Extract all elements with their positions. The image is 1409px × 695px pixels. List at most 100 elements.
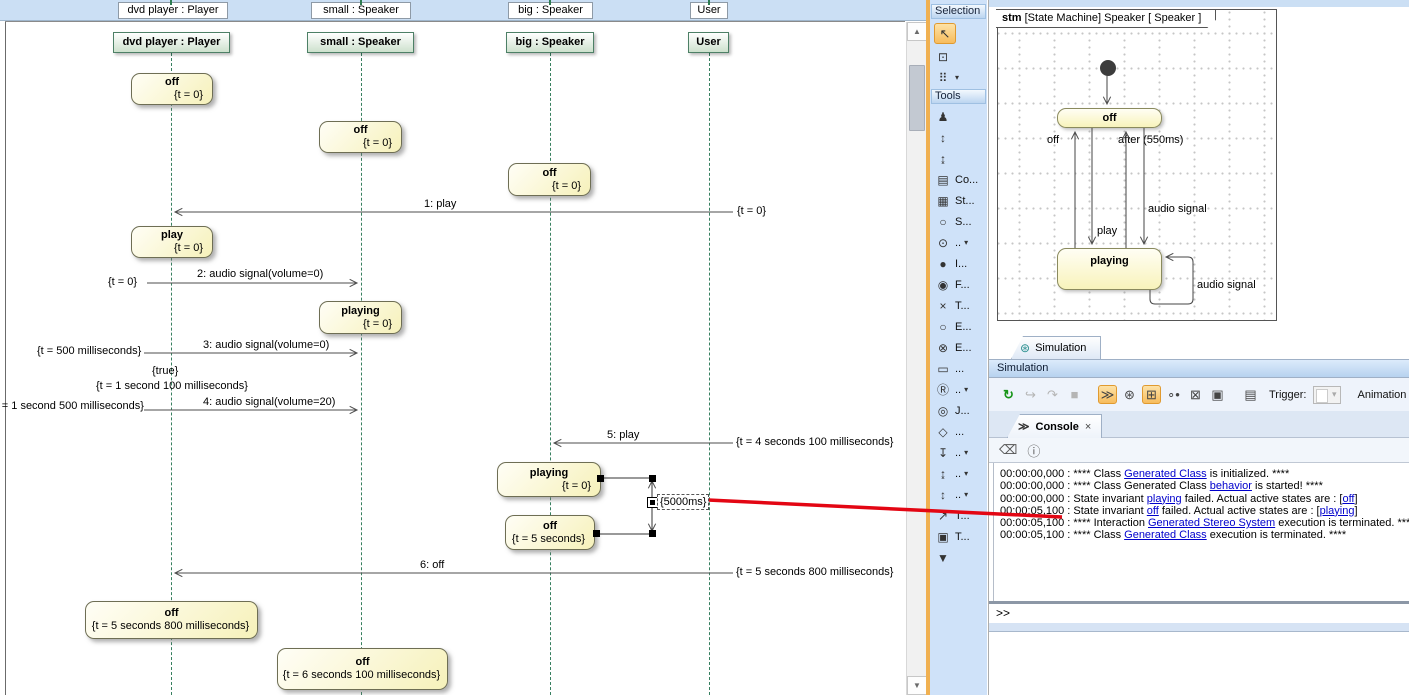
- chevron-down-icon[interactable]: ▾: [964, 448, 968, 457]
- lifeline-header-tab-dvd-player[interactable]: dvd player : Player: [118, 2, 228, 19]
- state-invariant-off-big-1[interactable]: off {t = 0}: [508, 163, 591, 196]
- palette-item-grid[interactable]: ⠿▾: [930, 67, 987, 88]
- stm-transition-label-after[interactable]: after (550ms): [1118, 134, 1183, 146]
- state-invariant-playing-big-selected[interactable]: playing {t = 0}: [497, 462, 601, 497]
- lifeline-head-user[interactable]: User: [688, 32, 729, 53]
- stm-transition-label-audio-signal-1[interactable]: audio signal: [1148, 203, 1207, 215]
- message-label-1[interactable]: 1: play: [424, 198, 456, 210]
- message-label-3[interactable]: 3: audio signal(volume=0): [203, 339, 329, 351]
- palette-item-vspace[interactable]: ↕: [930, 127, 987, 148]
- clear-console-icon[interactable]: ⌫: [999, 442, 1017, 458]
- state-invariant-playing-small[interactable]: playing {t = 0}: [319, 301, 402, 334]
- state-invariant-off-big-2[interactable]: off {t = 5 seconds}: [505, 515, 595, 550]
- duration-constraint-label[interactable]: {5000ms}: [657, 494, 709, 510]
- palette-item-time[interactable]: ▣T...: [930, 526, 987, 547]
- palette-item-duration1[interactable]: ↨..▾: [930, 463, 987, 484]
- stm-state-off[interactable]: off: [1057, 108, 1162, 128]
- breakpoints-button[interactable]: ∘•: [1164, 385, 1183, 404]
- time-constraint-4[interactable]: {t = 1 second 500 milliseconds}: [0, 400, 144, 412]
- palette-item-arrow[interactable]: ↗T...: [930, 505, 987, 526]
- time-constraint-1[interactable]: {t = 0}: [737, 205, 766, 217]
- run-button[interactable]: ↻: [999, 385, 1018, 404]
- active-states-button[interactable]: ⊞: [1142, 385, 1161, 404]
- palette-item-cursor[interactable]: ↖: [930, 21, 987, 46]
- stm-transition-label-audio-signal-2[interactable]: audio signal: [1197, 279, 1256, 291]
- palette-item-oval-arrow[interactable]: ⊙..▾: [930, 232, 987, 253]
- palette-item-folder[interactable]: ▤Co...: [930, 169, 987, 190]
- tab-console[interactable]: ≫ Console ×: [1007, 414, 1102, 438]
- lifeline-head-big-speaker[interactable]: big : Speaker: [506, 32, 594, 53]
- scroll-up-button[interactable]: ▲: [907, 22, 927, 41]
- selection-handle[interactable]: [649, 475, 656, 482]
- stm-transition-label-play[interactable]: play: [1097, 225, 1117, 237]
- palette-item-decision[interactable]: ◇...: [930, 421, 987, 442]
- info-icon[interactable]: ⓘ: [1027, 441, 1040, 460]
- time-observation[interactable]: {t = 1 second 100 milliseconds}: [96, 380, 248, 392]
- selection-handle[interactable]: [649, 530, 656, 537]
- sequence-diagram-canvas[interactable]: [0, 21, 906, 695]
- scroll-down-button[interactable]: ▼: [907, 676, 927, 695]
- palette-item-ref[interactable]: Ⓡ..▾: [930, 379, 987, 400]
- options-button[interactable]: ⊛: [1120, 385, 1139, 404]
- lifeline-head-dvd-player[interactable]: dvd player : Player: [113, 32, 230, 53]
- trigger-server-button[interactable]: ▤: [1241, 385, 1260, 404]
- chevron-down-icon[interactable]: ▾: [964, 469, 968, 478]
- console-link[interactable]: off: [1342, 493, 1354, 505]
- stm-initial-state[interactable]: [1100, 60, 1116, 76]
- message-label-5[interactable]: 5: play: [607, 429, 639, 441]
- palette-item-bar-down[interactable]: ↧..▾: [930, 442, 987, 463]
- state-invariant-off-small-2[interactable]: off {t = 6 seconds 100 milliseconds}: [277, 648, 448, 690]
- time-constraint-5[interactable]: {t = 4 seconds 100 milliseconds}: [736, 436, 893, 448]
- lifeline-head-small-speaker[interactable]: small : Speaker: [307, 32, 414, 53]
- console-link[interactable]: behavior: [1210, 480, 1252, 492]
- step-into-button[interactable]: ↪: [1021, 385, 1040, 404]
- chevron-down-icon[interactable]: ▾: [964, 490, 968, 499]
- message-label-4[interactable]: 4: audio signal(volume=20): [203, 396, 335, 408]
- scrollbar-thumb[interactable]: [909, 65, 925, 131]
- palette-item-join[interactable]: ◎J...: [930, 400, 987, 421]
- close-icon[interactable]: ×: [1085, 421, 1091, 433]
- state-invariant-off-dvd-2[interactable]: off {t = 5 seconds 800 milliseconds}: [85, 601, 258, 639]
- time-constraint-6[interactable]: {t = 5 seconds 800 milliseconds}: [736, 566, 893, 578]
- chevron-down-icon[interactable]: ▾: [964, 238, 968, 247]
- palette-item-final[interactable]: ◉F...: [930, 274, 987, 295]
- state-invariant-play-dvd[interactable]: play {t = 0}: [131, 226, 213, 258]
- state-invariant-off-small-1[interactable]: off {t = 0}: [319, 121, 402, 153]
- selection-handle[interactable]: [593, 530, 600, 537]
- palette-item-entry[interactable]: ○E...: [930, 316, 987, 337]
- chevron-down-icon[interactable]: ▾: [955, 73, 959, 82]
- stm-transition-label-off[interactable]: off: [1047, 134, 1059, 146]
- tab-simulation[interactable]: ⊛ Simulation: [1011, 336, 1101, 359]
- open-window-button[interactable]: ▣: [1208, 385, 1227, 404]
- palette-item-initial[interactable]: ●I...: [930, 253, 987, 274]
- lifeline-big-speaker[interactable]: [550, 53, 551, 695]
- trigger-dropdown[interactable]: [1313, 386, 1341, 404]
- console-link[interactable]: Generated Stereo System: [1148, 517, 1275, 529]
- palette-item-duration2[interactable]: ↕..▾: [930, 484, 987, 505]
- palette-item-stereo[interactable]: ▦St...: [930, 190, 987, 211]
- stm-state-playing[interactable]: playing: [1057, 248, 1162, 290]
- console-link[interactable]: off: [1147, 505, 1159, 517]
- palette-item-stamp[interactable]: ♟: [930, 106, 987, 127]
- palette-item-more[interactable]: ▼: [930, 547, 987, 568]
- chevron-down-icon[interactable]: ▾: [964, 385, 968, 394]
- console-link[interactable]: Generated Class: [1124, 468, 1207, 480]
- state-invariant-off-dvd-1[interactable]: off {t = 0}: [131, 73, 213, 105]
- console-link[interactable]: Generated Class: [1124, 529, 1207, 541]
- palette-item-exit[interactable]: ⊗E...: [930, 337, 987, 358]
- lock-button[interactable]: ⊠: [1186, 385, 1205, 404]
- terminate-button[interactable]: ■: [1065, 385, 1084, 404]
- console-toggle-button[interactable]: ≫: [1098, 385, 1117, 404]
- palette-item-vcollapse[interactable]: ↨: [930, 148, 987, 169]
- message-label-6[interactable]: 6: off: [420, 559, 444, 571]
- selection-handle[interactable]: [597, 475, 604, 482]
- time-constraint-2[interactable]: {t = 0}: [108, 276, 137, 288]
- console-output[interactable]: 00:00:00,000 : **** Class Generated Clas…: [993, 463, 1409, 601]
- message-label-2[interactable]: 2: audio signal(volume=0): [197, 268, 323, 280]
- palette-item-terminate[interactable]: ×T...: [930, 295, 987, 316]
- constraint-true[interactable]: {true}: [152, 365, 178, 377]
- console-link[interactable]: playing: [1147, 493, 1182, 505]
- console-link[interactable]: playing: [1320, 505, 1355, 517]
- console-input[interactable]: >>: [993, 604, 1409, 623]
- canvas-vertical-scrollbar[interactable]: ▲ ▼: [906, 22, 926, 695]
